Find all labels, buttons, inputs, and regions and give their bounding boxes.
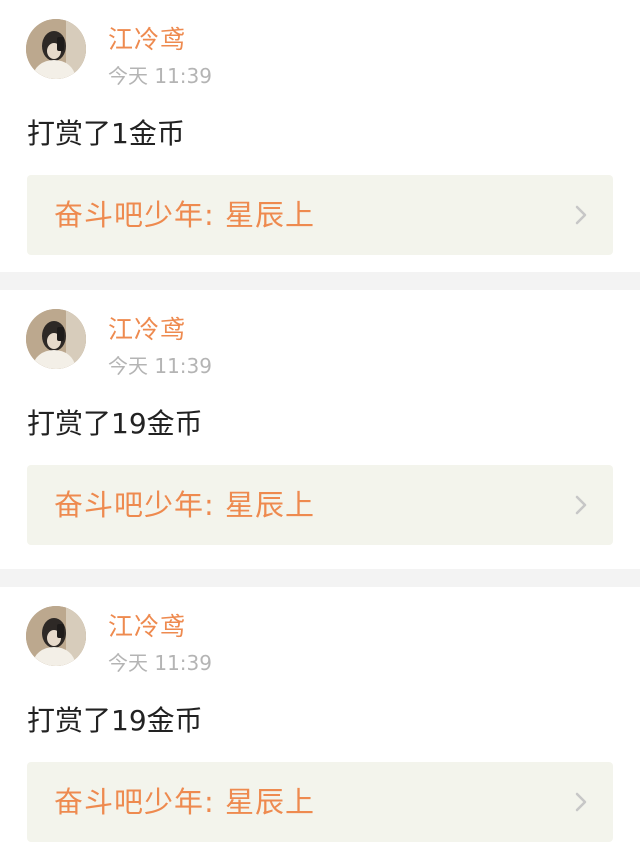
- book-link[interactable]: 奋斗吧少年: 星辰上: [27, 762, 613, 842]
- user-avatar[interactable]: [26, 606, 86, 666]
- reward-message: 打赏了1金币: [27, 117, 185, 150]
- reward-feed: 江冷鸢 今天 11:39 打赏了1金币 奋斗吧少年: 星辰上 江冷鸢 今天 11…: [0, 0, 640, 855]
- timestamp: 今天 11:39: [108, 651, 212, 675]
- avatar-photo-icon: [26, 19, 86, 79]
- user-avatar[interactable]: [26, 19, 86, 79]
- username[interactable]: 江冷鸢: [108, 313, 186, 347]
- avatar-photo-icon: [26, 606, 86, 666]
- reward-card: 江冷鸢 今天 11:39 打赏了19金币 奋斗吧少年: 星辰上: [0, 587, 640, 855]
- timestamp: 今天 11:39: [108, 354, 212, 378]
- book-link[interactable]: 奋斗吧少年: 星辰上: [27, 465, 613, 545]
- reward-card: 江冷鸢 今天 11:39 打赏了1金币 奋斗吧少年: 星辰上: [0, 0, 640, 272]
- username[interactable]: 江冷鸢: [108, 610, 186, 644]
- avatar-photo-icon: [26, 309, 86, 369]
- chevron-right-icon: [575, 205, 587, 225]
- reward-message: 打赏了19金币: [27, 407, 203, 440]
- chevron-right-icon: [575, 495, 587, 515]
- timestamp: 今天 11:39: [108, 64, 212, 88]
- username[interactable]: 江冷鸢: [108, 23, 186, 57]
- book-link[interactable]: 奋斗吧少年: 星辰上: [27, 175, 613, 255]
- user-avatar[interactable]: [26, 309, 86, 369]
- book-title: 奋斗吧少年: 星辰上: [54, 488, 315, 522]
- book-title: 奋斗吧少年: 星辰上: [54, 785, 315, 819]
- book-title: 奋斗吧少年: 星辰上: [54, 198, 315, 232]
- chevron-right-icon: [575, 792, 587, 812]
- reward-card: 江冷鸢 今天 11:39 打赏了19金币 奋斗吧少年: 星辰上: [0, 290, 640, 569]
- reward-message: 打赏了19金币: [27, 704, 203, 737]
